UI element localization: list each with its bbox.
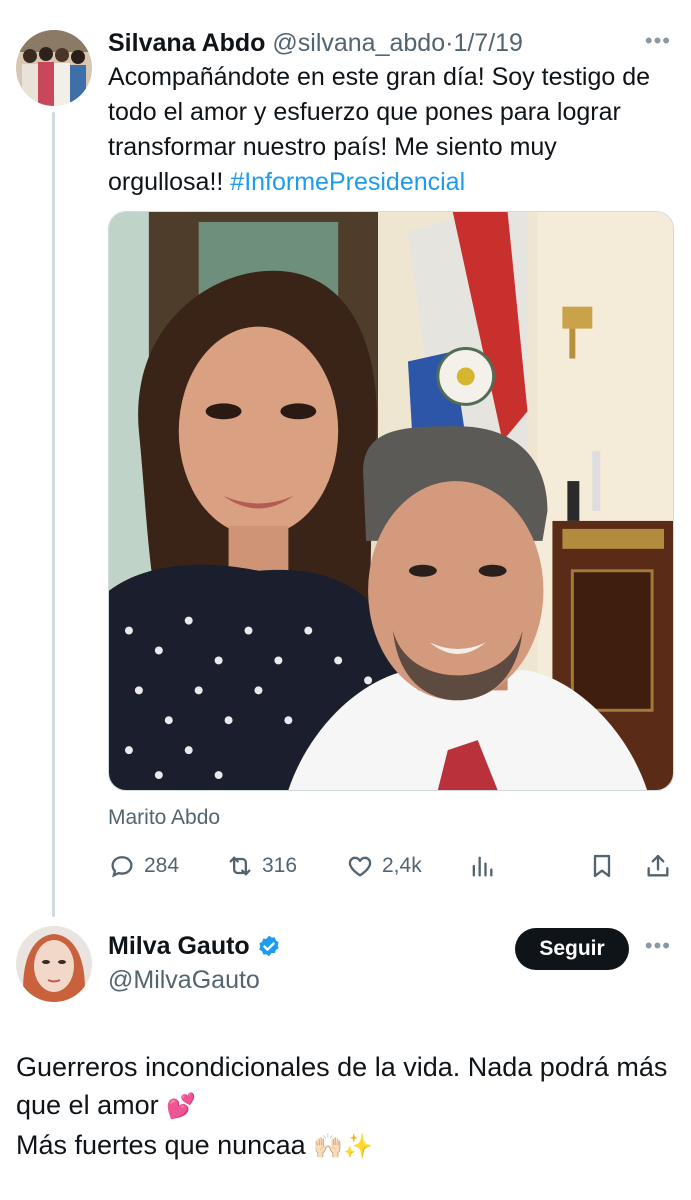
retweet-count: 316	[262, 854, 298, 877]
bookmark-button[interactable]	[588, 846, 616, 886]
tweet-actions-bar: 284 316 2,4k	[108, 846, 674, 886]
reply-icon	[111, 856, 133, 878]
tweet2-line1: Guerreros incondicionales de la vida. Na…	[16, 1048, 676, 1126]
retweet-button[interactable]: 316	[226, 846, 297, 886]
like-count: 2,4k	[382, 854, 422, 877]
tweet-photo[interactable]	[108, 211, 674, 791]
tweet1-body: Acompañándote en este gran día! Soy test…	[108, 60, 673, 200]
like-button[interactable]: 2,4k	[346, 846, 422, 886]
reply-count: 284	[144, 854, 180, 877]
tweet2-body: Guerreros incondicionales de la vida. Na…	[16, 1048, 676, 1166]
tweet2-text-line2: Más fuertes que nuncaa	[16, 1130, 314, 1160]
author-name[interactable]: Milva Gauto	[108, 932, 250, 961]
tweet2-text-line1: Guerreros incondicionales de la vida. Na…	[16, 1052, 668, 1120]
follow-button[interactable]: Seguir	[515, 928, 629, 970]
author-name[interactable]: Silvana Abdo	[108, 29, 265, 57]
more-icon[interactable]: •••	[645, 933, 671, 959]
thread-connector-line	[52, 112, 55, 917]
like-icon	[348, 856, 372, 877]
share-icon	[647, 854, 669, 877]
tweet2-author: Milva Gauto	[108, 932, 282, 961]
tweet2-line2: Más fuertes que nuncaa 🙌🏻✨	[16, 1126, 676, 1166]
views-icon	[472, 856, 493, 877]
share-button[interactable]	[644, 846, 672, 886]
hands-sparkles-emoji: 🙌🏻✨	[313, 1133, 373, 1160]
more-icon[interactable]: •••	[645, 28, 671, 54]
verified-badge-icon	[259, 935, 279, 956]
tweet1-header: Silvana Abdo @silvana_abdo·1/7/19	[108, 27, 668, 59]
bookmark-icon	[593, 854, 611, 878]
author-handle[interactable]: @silvana_abdo	[272, 29, 445, 57]
hashtag-link[interactable]: #InformePresidencial	[230, 168, 465, 196]
tweet-date[interactable]: 1/7/19	[453, 29, 523, 57]
reply-button[interactable]: 284	[108, 846, 179, 886]
hearts-emoji: 💕	[166, 1093, 196, 1120]
avatar-silvana[interactable]	[16, 30, 92, 106]
views-button[interactable]	[468, 846, 496, 886]
author-handle[interactable]: @MilvaGauto	[108, 966, 260, 995]
avatar-milva[interactable]	[16, 926, 92, 1002]
retweet-icon	[229, 856, 251, 876]
tagged-person[interactable]: Marito Abdo	[108, 806, 220, 830]
